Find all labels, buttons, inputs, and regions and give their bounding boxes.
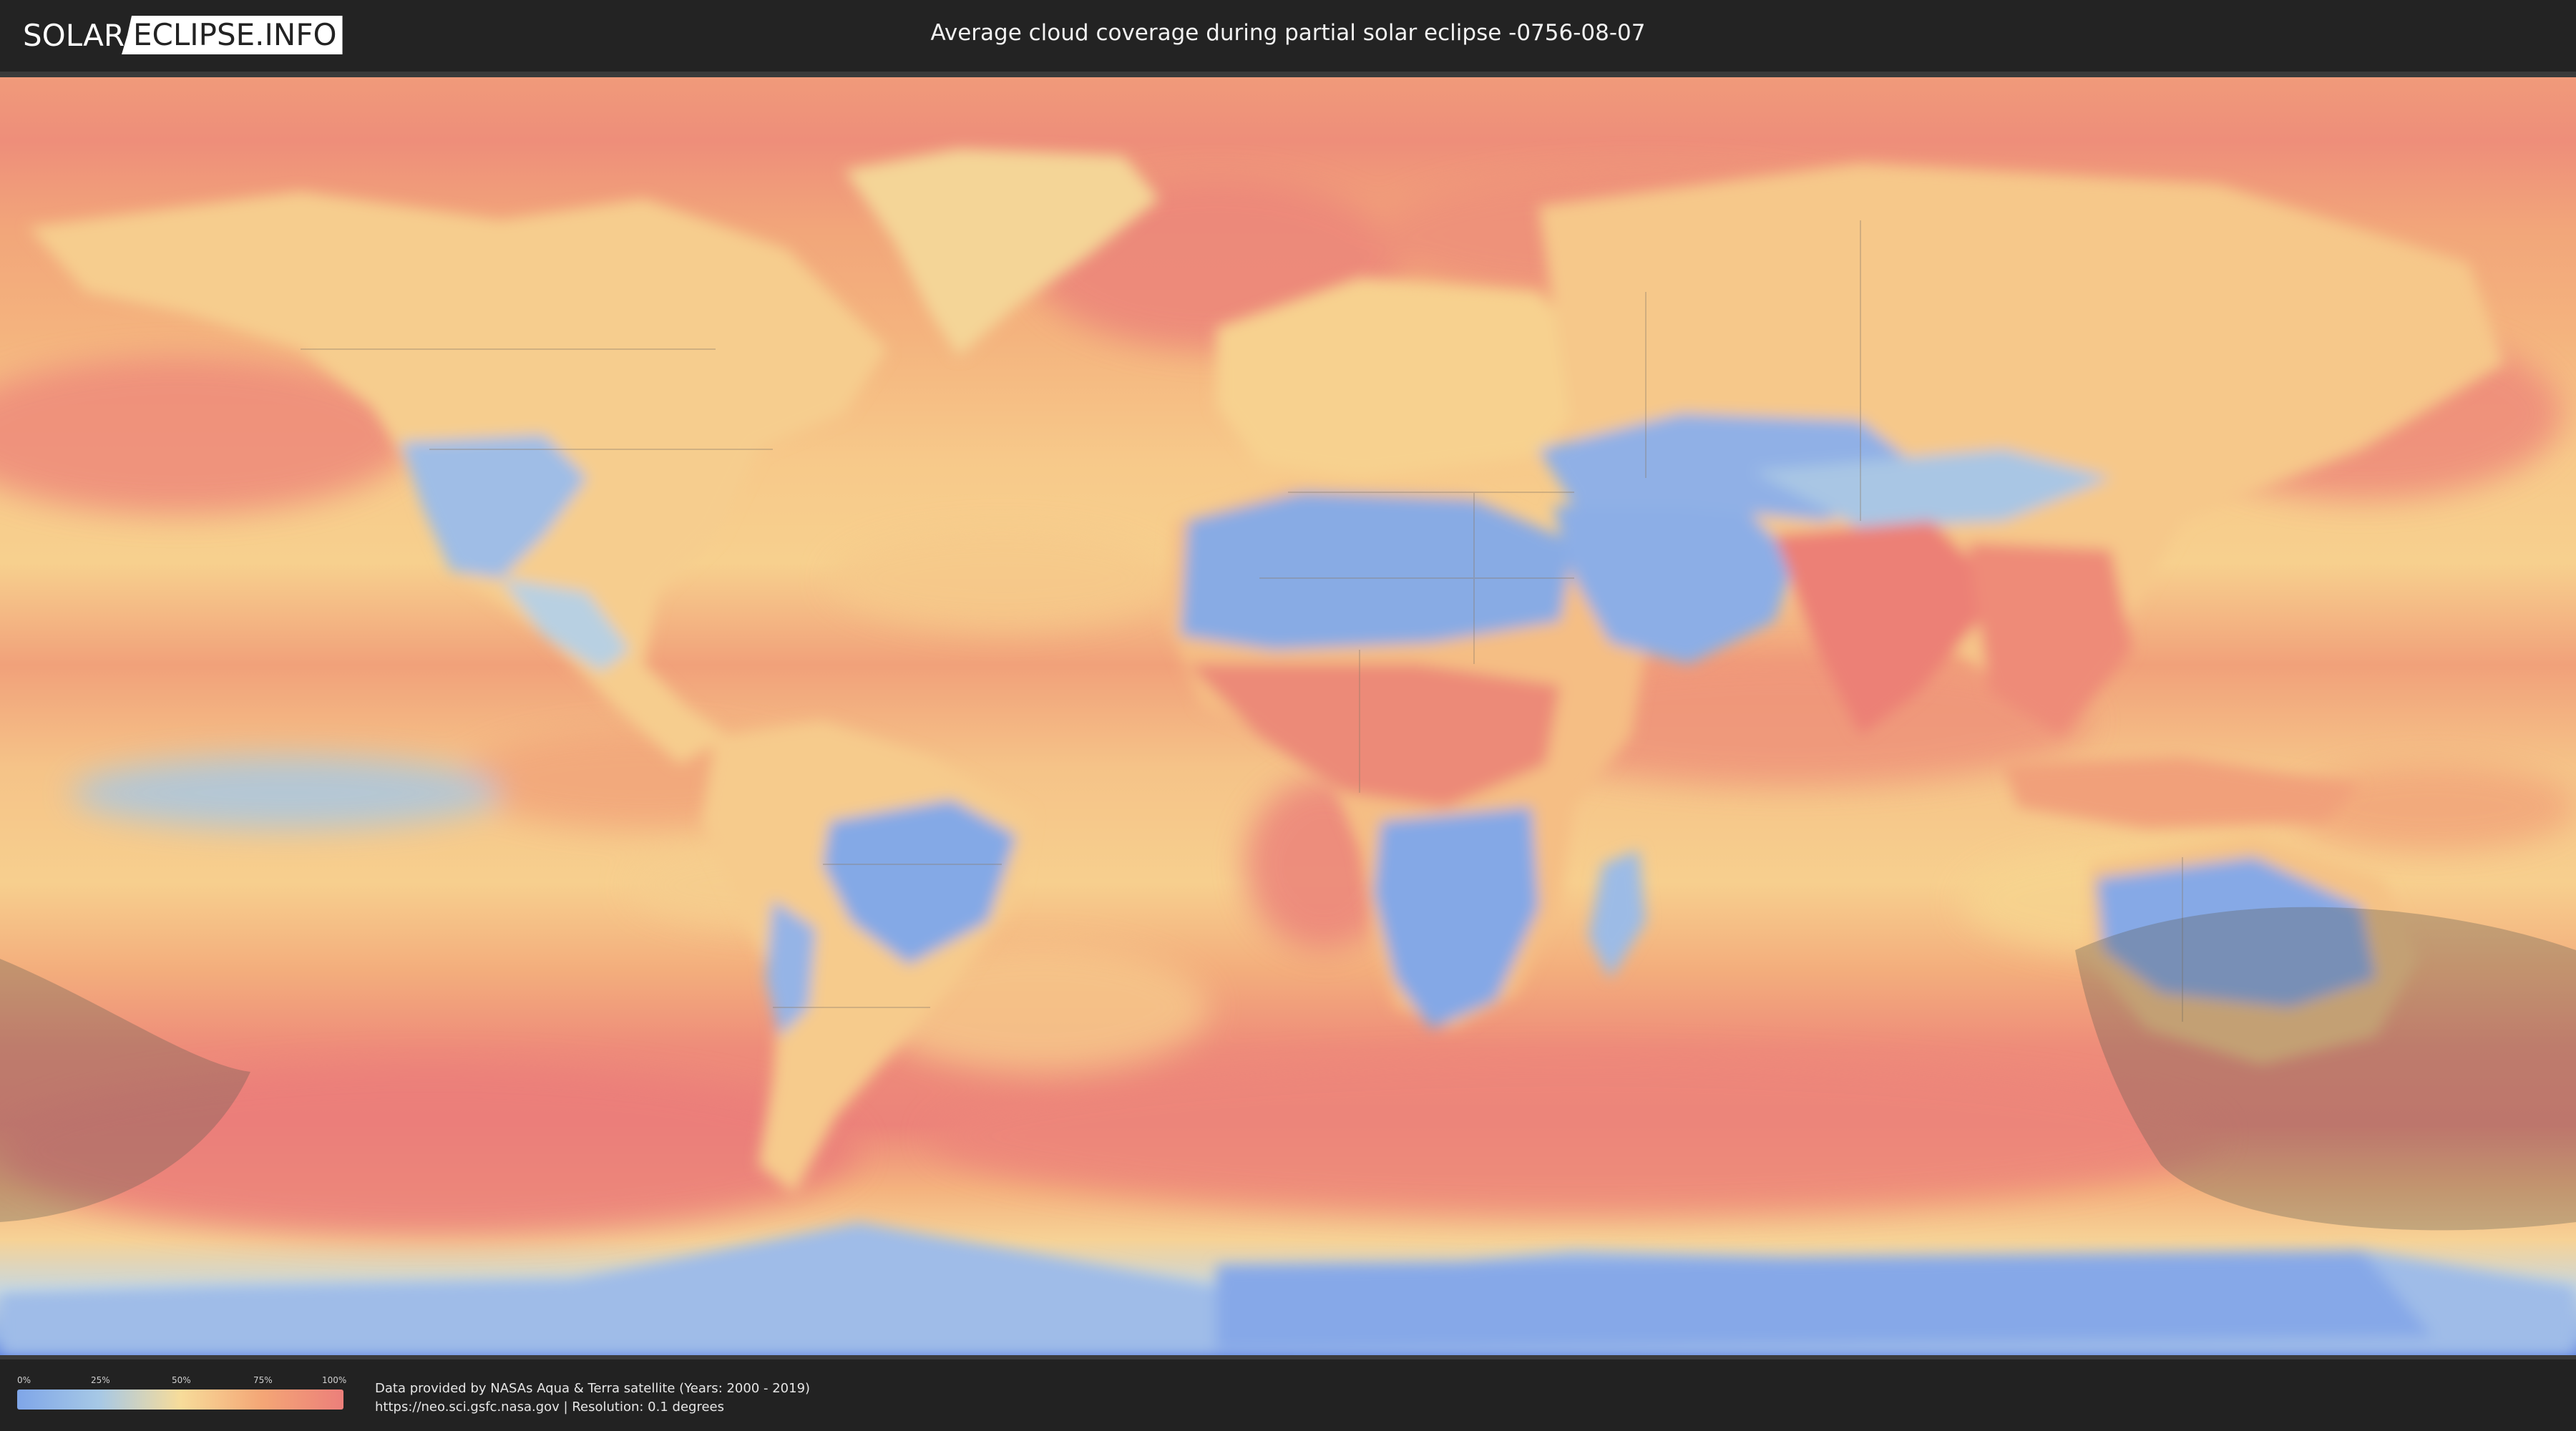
data-credits: Data provided by NASAs Aqua & Terra sate… [375,1379,810,1417]
land-antarctica-east-clear [1216,1251,2433,1351]
legend-tick-25: 25% [91,1375,110,1385]
credits-line-url: https://neo.sci.gsfc.nasa.gov | Resoluti… [375,1400,724,1415]
header-bar: SOLAR ECLIPSE.INFO Average cloud coverag… [0,0,2576,72]
legend-tick-50: 50% [172,1375,191,1385]
cloud-coverage-legend: 0% 25% 50% 75% 100% [17,1375,347,1415]
legend-color-scale [17,1390,343,1410]
footer-bar: 0% 25% 50% 75% 100% Data provided by NAS… [0,1359,2576,1431]
map-frame [0,72,2576,1359]
legend-tick-0: 0% [17,1375,31,1385]
page-root: SOLAR ECLIPSE.INFO Average cloud coverag… [0,0,2576,1431]
cloud-coverage-map[interactable] [0,77,2576,1355]
credits-line-source: Data provided by NASAs Aqua & Terra sate… [375,1381,811,1396]
legend-tick-100: 100% [322,1375,347,1385]
page-title: Average cloud coverage during partial so… [930,20,1646,46]
legend-tick-75: 75% [253,1375,273,1385]
